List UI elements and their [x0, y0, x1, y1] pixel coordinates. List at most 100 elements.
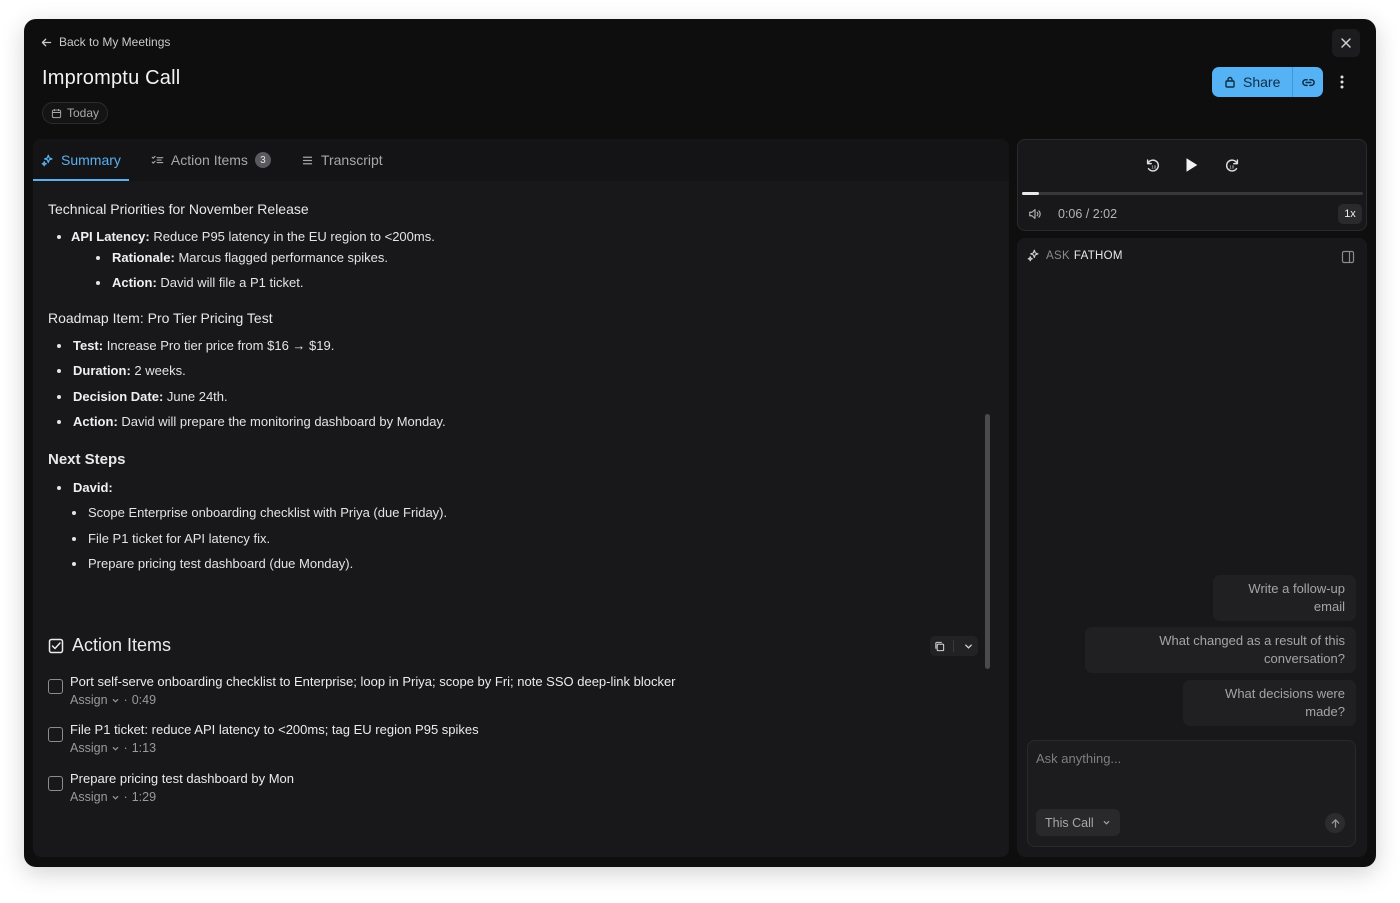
- item-text: Increase Pro tier price from $16 → $19.: [103, 337, 335, 353]
- meta-separator: ·: [123, 790, 128, 804]
- item-label: Rationale:: [112, 249, 175, 265]
- action-item-meta: Assign · 1:29: [70, 790, 156, 804]
- list-item: File P1 ticket for API latency fix.: [48, 526, 978, 552]
- copy-icon[interactable]: [934, 641, 945, 652]
- arrow-up-icon: [1331, 818, 1339, 828]
- tab-transcript[interactable]: Transcript: [293, 139, 391, 181]
- back-label: Back to My Meetings: [59, 35, 171, 49]
- action-item-checkbox[interactable]: [48, 776, 63, 791]
- checkbox-checked-icon: [48, 638, 64, 653]
- chevron-down-icon: [112, 698, 118, 703]
- arrow-left-icon: [41, 38, 52, 46]
- item-label: Decision Date:: [73, 388, 164, 404]
- bullet-list: David:: [48, 475, 978, 501]
- item-text: David will file a P1 ticket.: [156, 275, 304, 290]
- scope-label: This Call: [1045, 815, 1094, 830]
- timestamp-link[interactable]: 1:13: [132, 741, 156, 755]
- action-item-checkbox[interactable]: [48, 727, 63, 742]
- sub-bullet-list: Rationale: Marcus flagged performance sp…: [48, 245, 978, 296]
- tab-bar: Summary Action Items 3 Transcript: [33, 139, 1009, 181]
- play-button[interactable]: [1180, 154, 1202, 176]
- suggestion-chip[interactable]: What changed as a result of this convers…: [1085, 627, 1356, 673]
- action-item-meta: Assign · 0:49: [70, 693, 156, 707]
- svg-text:10: 10: [1151, 165, 1157, 170]
- suggestion-chip[interactable]: Write a follow-up email: [1213, 575, 1356, 621]
- close-button[interactable]: [1332, 29, 1360, 57]
- list-item: Action: David will prepare the monitorin…: [48, 409, 978, 435]
- list-item: Duration: 2 weeks.: [48, 358, 978, 384]
- item-label: David:: [73, 479, 113, 495]
- item-text: June 24th.: [163, 388, 228, 404]
- rewind-button[interactable]: 10: [1142, 154, 1164, 176]
- list-item: Prepare pricing test dashboard (due Mond…: [48, 551, 978, 577]
- action-item-text: File P1 ticket: reduce API latency to <2…: [70, 722, 479, 737]
- divider: [953, 640, 955, 652]
- tab-summary[interactable]: Summary: [33, 139, 129, 181]
- forward-10-icon: 10: [1225, 159, 1239, 172]
- item-label: Test:: [73, 337, 104, 353]
- action-items-title: Action Items: [72, 635, 172, 655]
- ask-label: ASK: [1046, 249, 1070, 262]
- playback-speed-button[interactable]: 1x: [1338, 204, 1362, 224]
- action-item-text: Port self-serve onboarding checklist to …: [70, 674, 676, 689]
- tab-transcript-label: Transcript: [320, 152, 383, 168]
- item-label: Action:: [112, 275, 157, 290]
- volume-icon[interactable]: [1028, 207, 1042, 221]
- suggestion-chip[interactable]: What decisions were made?: [1183, 680, 1356, 726]
- list-item: Rationale: Marcus flagged performance sp…: [48, 245, 978, 271]
- chevron-down-icon: [112, 746, 118, 751]
- back-to-meetings-link[interactable]: Back to My Meetings: [40, 35, 170, 49]
- main-panel: Summary Action Items 3 Transcript Techni…: [33, 139, 1009, 857]
- action-item-checkbox[interactable]: [48, 679, 63, 694]
- ask-fathom-title: ASK FATHOM: [1027, 249, 1123, 262]
- list-item: Scope Enterprise onboarding checklist wi…: [48, 500, 978, 526]
- sparkle-icon: [1027, 249, 1039, 262]
- meeting-window: Back to My Meetings Impromptu Call Today…: [24, 19, 1376, 867]
- svg-text:10: 10: [1229, 165, 1235, 170]
- timestamp-link[interactable]: 1:29: [132, 790, 156, 804]
- forward-button[interactable]: 10: [1221, 154, 1243, 176]
- assign-dropdown[interactable]: Assign: [70, 693, 120, 707]
- page-title: Impromptu Call: [42, 67, 181, 89]
- ask-input[interactable]: [1036, 751, 1346, 791]
- section-heading: Next Steps: [48, 450, 126, 468]
- checklist-icon: [151, 155, 164, 164]
- assign-label: Assign: [70, 790, 108, 804]
- play-icon: [1186, 158, 1198, 172]
- bullet-list: Test: Increase Pro tier price from $16 →…: [48, 333, 978, 435]
- close-icon: [1341, 38, 1351, 48]
- ask-input-box: This Call: [1027, 740, 1356, 847]
- scrollbar[interactable]: [985, 414, 990, 669]
- item-text: Scope Enterprise onboarding checklist wi…: [88, 505, 448, 520]
- chevron-down-icon: [1103, 821, 1109, 825]
- sidebar-toggle-icon[interactable]: [1341, 250, 1355, 264]
- playback-time: 0:06 / 2:02: [1058, 207, 1118, 221]
- item-text: 2 weeks.: [130, 363, 186, 378]
- action-items-header: Action Items: [48, 635, 171, 656]
- copy-link-button[interactable]: [1293, 67, 1323, 97]
- assign-dropdown[interactable]: Assign: [70, 790, 120, 804]
- rewind-10-icon: 10: [1146, 159, 1160, 172]
- list-item: Test: Increase Pro tier price from $16 →…: [48, 333, 978, 359]
- assign-label: Assign: [70, 693, 108, 707]
- lock-icon: [1225, 76, 1235, 88]
- action-items-count-badge: 3: [254, 152, 271, 168]
- more-options-button[interactable]: [1334, 72, 1350, 92]
- share-button[interactable]: Share: [1212, 67, 1294, 97]
- brand-label: FATHOM: [1073, 249, 1123, 262]
- section-heading: Roadmap Item: Pro Tier Pricing Test: [48, 309, 273, 326]
- assign-dropdown[interactable]: Assign: [70, 741, 120, 755]
- item-text: File P1 ticket for API latency fix.: [88, 530, 271, 546]
- lines-icon: [302, 156, 313, 164]
- summary-content: Technical Priorities for November Releas…: [48, 201, 978, 577]
- progress-bar[interactable]: [1022, 192, 1363, 195]
- ask-fathom-panel: ASK FATHOM Write a follow-up email What …: [1017, 238, 1367, 857]
- scope-dropdown[interactable]: This Call: [1036, 809, 1120, 836]
- timestamp-link[interactable]: 0:49: [132, 693, 156, 707]
- tab-action-items-label: Action Items: [170, 152, 248, 168]
- share-label: Share: [1243, 74, 1281, 90]
- date-chip-label: Today: [67, 106, 100, 120]
- send-button[interactable]: [1325, 813, 1345, 833]
- chevron-down-icon[interactable]: [963, 641, 974, 652]
- tab-action-items[interactable]: Action Items 3: [143, 139, 279, 181]
